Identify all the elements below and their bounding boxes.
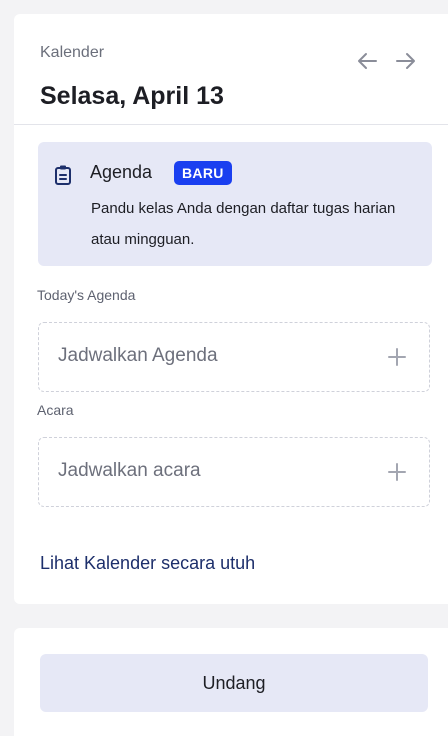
- clipboard-icon: [55, 165, 71, 185]
- events-label: Acara: [37, 402, 74, 418]
- agenda-promo-banner: Agenda BARU Pandu kelas Anda dengan daft…: [38, 142, 432, 266]
- calendar-panel: Kalender Selasa, April 13 Agenda BARU Pa…: [14, 14, 448, 604]
- plus-icon: [388, 463, 406, 481]
- invite-button[interactable]: Undang: [40, 654, 428, 712]
- plus-icon: [388, 348, 406, 366]
- promo-description: Pandu kelas Anda dengan daftar tugas har…: [91, 200, 396, 248]
- todays-agenda-label: Today's Agenda: [37, 287, 136, 303]
- schedule-agenda-button[interactable]: Jadwalkan Agenda: [38, 322, 430, 392]
- arrow-right-icon[interactable]: [395, 52, 417, 70]
- schedule-agenda-text: Jadwalkan Agenda: [58, 345, 218, 366]
- full-calendar-link[interactable]: Lihat Kalender secara utuh: [40, 553, 255, 574]
- header-divider: [14, 124, 448, 125]
- calendar-label: Kalender: [40, 44, 105, 61]
- schedule-event-button[interactable]: Jadwalkan acara: [38, 437, 430, 507]
- calendar-date: Selasa, April 13: [40, 82, 224, 110]
- schedule-event-text: Jadwalkan acara: [58, 460, 201, 481]
- new-badge: BARU: [174, 161, 232, 185]
- invite-panel: Undang: [14, 628, 448, 736]
- promo-title: Agenda: [90, 162, 153, 182]
- arrow-left-icon[interactable]: [356, 52, 378, 70]
